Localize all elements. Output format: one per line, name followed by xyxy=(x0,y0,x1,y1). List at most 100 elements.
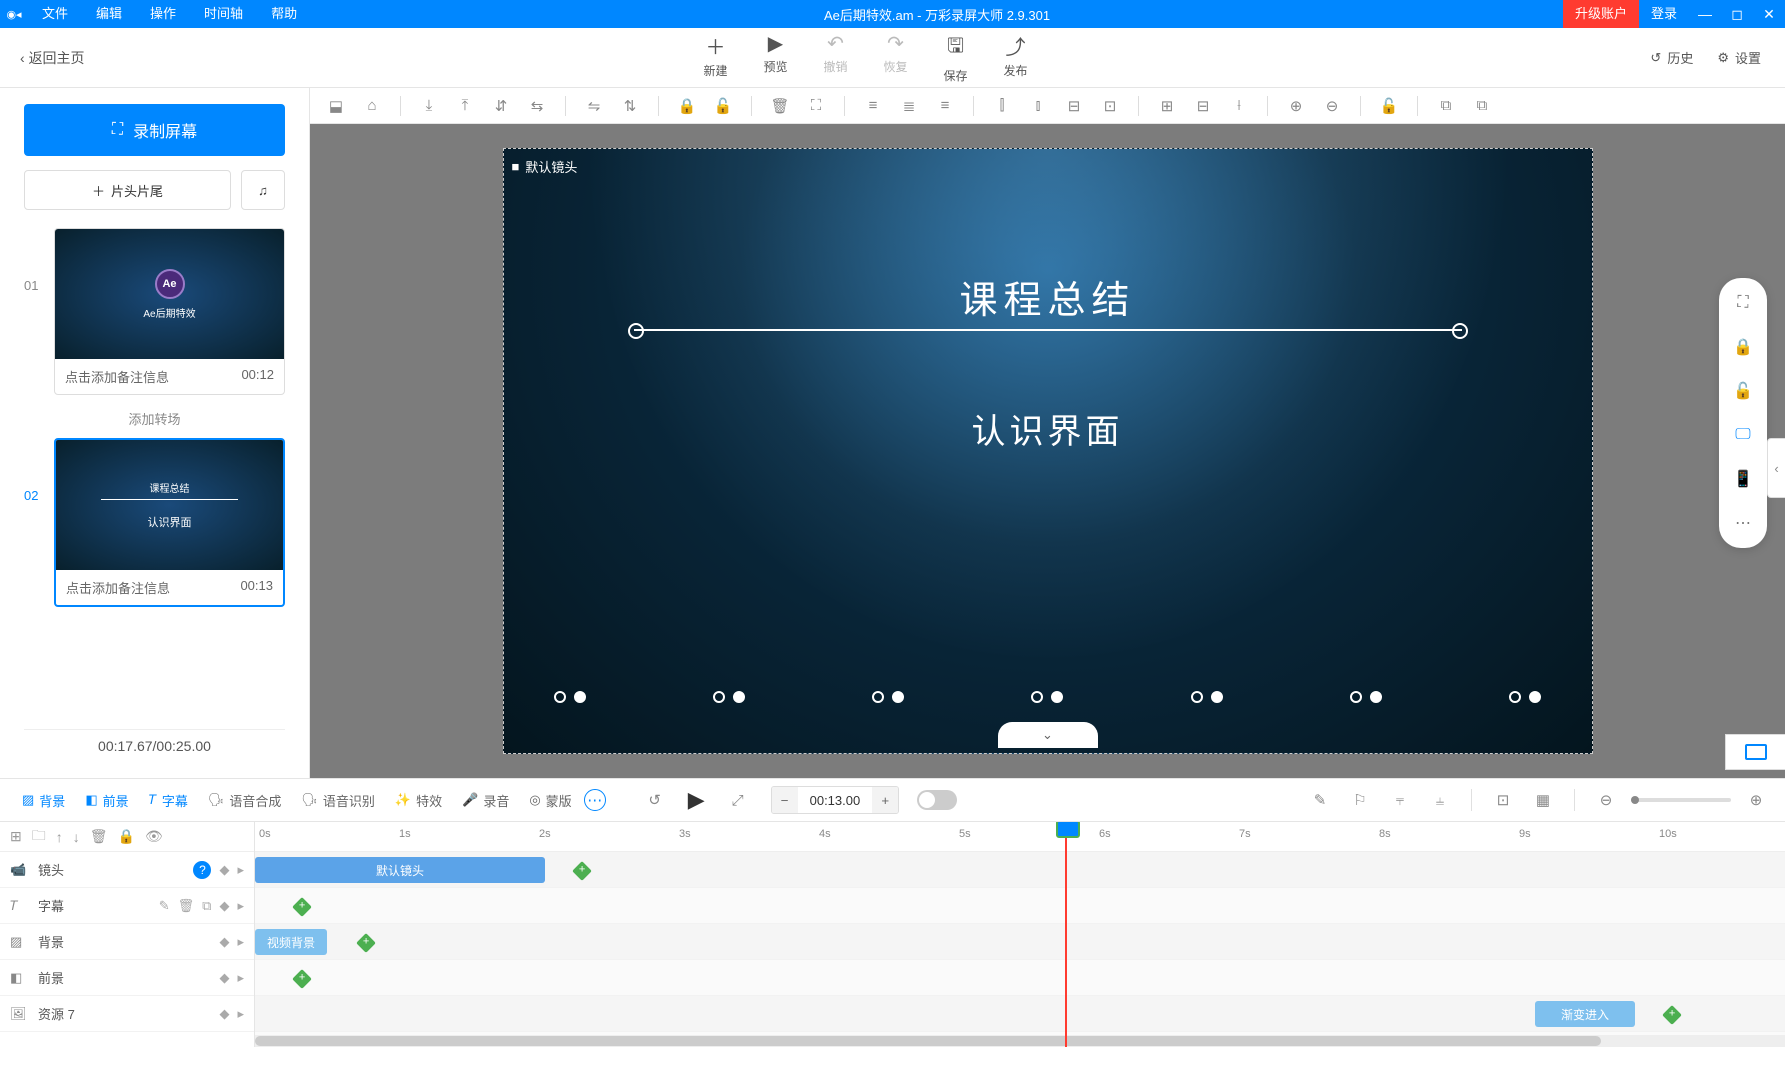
clip-fade-in[interactable]: 渐变进入 xyxy=(1535,1001,1635,1027)
expand-icon[interactable]: ▸ xyxy=(237,970,244,986)
time-increase-button[interactable]: + xyxy=(872,787,898,813)
music-button[interactable]: ♫ xyxy=(241,170,285,210)
align-top-icon[interactable]: ⤒ xyxy=(451,92,479,120)
trash-icon[interactable]: 🗑 xyxy=(90,828,108,845)
edit-icon[interactable]: ✎ xyxy=(1305,785,1335,815)
guides-icon[interactable]: ⊞ xyxy=(1153,92,1181,120)
align-center-icon[interactable]: ≣ xyxy=(895,92,923,120)
more-icon[interactable]: ⋯ xyxy=(1728,508,1758,538)
align-right-icon[interactable]: ≡ xyxy=(931,92,959,120)
crop-icon[interactable]: ⛶ xyxy=(802,92,830,120)
clip-video-bg[interactable]: 视频背景 xyxy=(255,929,327,955)
keyframe[interactable] xyxy=(292,969,312,989)
timeline-tracks[interactable]: 0s 1s 2s 3s 4s 5s 6s 7s 8s 9s 10s 默认镜头 视… xyxy=(255,822,1785,1047)
ruler-icon[interactable]: ⟊ xyxy=(1225,92,1253,120)
record-screen-button[interactable]: ⛶ 录制屏幕 xyxy=(24,104,285,156)
menu-action[interactable]: 操作 xyxy=(136,0,190,28)
preview-subtitle-text[interactable]: 认识界面 xyxy=(972,404,1124,453)
delete-sub-icon[interactable]: 🗑 xyxy=(178,898,195,914)
back-home-button[interactable]: ‹ 返回主页 xyxy=(0,48,105,68)
track-label-background[interactable]: ▨ 背景 ◆ ▸ xyxy=(0,924,254,960)
track-label-subtitle[interactable]: 𝑇 字幕 ✎ 🗑 ⧉ ◆ ▸ xyxy=(0,888,254,924)
clip-default-shot[interactable]: 默认镜头 xyxy=(255,857,545,883)
expand-icon[interactable]: ▸ xyxy=(237,934,244,950)
scene-item-2[interactable]: 02 课程总结 认识界面 点击添加备注信息 00:13 xyxy=(24,438,285,607)
expand-icon[interactable]: ▸ xyxy=(237,898,244,914)
scene-note[interactable]: 点击添加备注信息 xyxy=(66,578,170,597)
add-keyframe-icon[interactable]: ◆ xyxy=(219,934,229,950)
keyframe[interactable] xyxy=(1662,1005,1682,1025)
zoom-out-timeline-button[interactable]: ⊖ xyxy=(1591,785,1621,815)
lock-track-icon[interactable]: 🔒 xyxy=(118,828,135,845)
keyframe[interactable] xyxy=(292,897,312,917)
loop-toggle[interactable] xyxy=(917,790,957,810)
home-icon[interactable]: ⌂ xyxy=(358,92,386,120)
tab-foreground[interactable]: ◧前景 xyxy=(77,787,136,814)
delete-icon[interactable]: 🗑 xyxy=(766,92,794,120)
more-options-button[interactable]: ⋯ xyxy=(584,789,606,811)
scene-card[interactable]: 课程总结 认识界面 点击添加备注信息 00:13 xyxy=(54,438,285,607)
right-edge-expand[interactable]: ‹ xyxy=(1767,438,1785,498)
publish-button[interactable]: ⤴发布 xyxy=(1004,31,1028,84)
login-button[interactable]: 登录 xyxy=(1639,0,1689,28)
add-track-icon[interactable]: ⊞ xyxy=(10,828,22,845)
tab-mask[interactable]: ◎蒙版 xyxy=(521,787,579,814)
save-button[interactable]: 🖫保存 xyxy=(944,31,968,84)
maximize-button[interactable]: ◻ xyxy=(1721,0,1753,28)
lock-aspect-icon[interactable]: 🔒 xyxy=(1728,332,1758,362)
unlock-icon[interactable]: 🔓 xyxy=(709,92,737,120)
playhead[interactable] xyxy=(1065,822,1067,1047)
arrow-up-icon[interactable]: ↑ xyxy=(56,829,63,845)
paste-icon[interactable]: ⧉ xyxy=(1468,92,1496,120)
expand-icon[interactable]: ▸ xyxy=(237,862,244,878)
settings-button[interactable]: ⚙设置 xyxy=(1717,48,1761,67)
menu-help[interactable]: 帮助 xyxy=(257,0,311,28)
keyframe[interactable] xyxy=(356,933,376,953)
flip-v-icon[interactable]: ⇅ xyxy=(616,92,644,120)
spacing-h-icon[interactable]: ⊟ xyxy=(1060,92,1088,120)
preview-frame[interactable]: ■ 默认镜头 课程总结 认识界面 xyxy=(503,148,1593,754)
copy-icon[interactable]: ⧉ xyxy=(1432,92,1460,120)
time-decrease-button[interactable]: − xyxy=(772,787,798,813)
new-button[interactable]: ＋新建 xyxy=(703,31,727,84)
snap-icon[interactable]: ⊟ xyxy=(1189,92,1217,120)
fit-icon[interactable]: ⊡ xyxy=(1488,785,1518,815)
align-vcenter-icon[interactable]: ⇵ xyxy=(487,92,515,120)
add-keyframe-icon[interactable]: ◆ xyxy=(219,1006,229,1022)
device-preview-button[interactable] xyxy=(1725,734,1785,770)
zoom-in-icon[interactable]: ⊕ xyxy=(1282,92,1310,120)
distribute-h-icon[interactable]: ⫿ xyxy=(988,92,1016,120)
preview-title-text[interactable]: 课程总结 xyxy=(959,269,1135,324)
zoom-out-icon[interactable]: ⊖ xyxy=(1318,92,1346,120)
track-foreground[interactable] xyxy=(255,960,1785,996)
filter-icon[interactable]: ⫧ xyxy=(1385,785,1415,815)
upgrade-button[interactable]: 升级账户 xyxy=(1563,0,1639,28)
tab-background[interactable]: ▨背景 xyxy=(14,787,73,814)
tab-effects[interactable]: ✨特效 xyxy=(387,787,450,814)
current-time-value[interactable]: 00:13.00 xyxy=(798,793,873,808)
mobile-icon[interactable]: 📱 xyxy=(1728,464,1758,494)
lock-icon[interactable]: 🔒 xyxy=(673,92,701,120)
menu-file[interactable]: 文件 xyxy=(28,0,82,28)
track-background[interactable]: 视频背景 xyxy=(255,924,1785,960)
marker-icon[interactable]: ⚐ xyxy=(1345,785,1375,815)
keyframe[interactable] xyxy=(572,861,592,881)
zoom-slider[interactable] xyxy=(1631,798,1731,802)
help-icon[interactable]: ? xyxy=(193,861,211,879)
preview-divider[interactable] xyxy=(634,329,1462,331)
track-resource[interactable]: 渐变进入 xyxy=(255,996,1785,1032)
track-label-shot[interactable]: 📹 镜头 ? ◆ ▸ xyxy=(0,852,254,888)
expand-panel-handle[interactable]: ⌄ xyxy=(998,722,1098,748)
rewind-button[interactable]: ↺ xyxy=(640,785,670,815)
unlock-aspect-icon[interactable]: 🔓 xyxy=(1728,376,1758,406)
intro-outro-button[interactable]: ＋ 片头片尾 xyxy=(24,170,231,210)
edit-sub-icon[interactable]: ✎ xyxy=(159,898,170,914)
folder-icon[interactable]: 🗀 xyxy=(32,825,46,849)
scene-card[interactable]: Ae Ae后期特效 点击添加备注信息 00:12 xyxy=(54,228,285,395)
close-button[interactable]: ✕ xyxy=(1753,0,1785,28)
timeline-scrollbar[interactable] xyxy=(255,1035,1785,1047)
copy-sub-icon[interactable]: ⧉ xyxy=(202,898,211,914)
tab-record-audio[interactable]: 🎤录音 xyxy=(454,787,517,814)
eye-icon[interactable]: 👁 xyxy=(145,828,163,845)
arrow-down-icon[interactable]: ↓ xyxy=(73,829,80,845)
